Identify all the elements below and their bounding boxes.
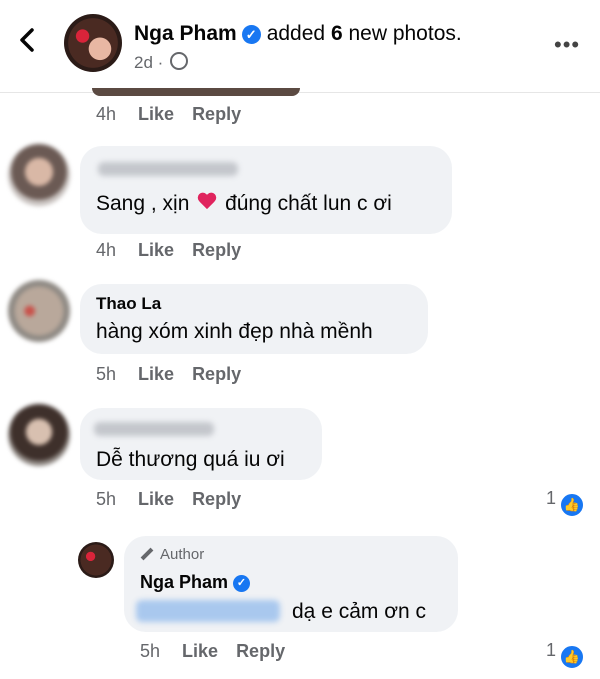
reply-link[interactable]: Reply (236, 641, 285, 661)
reply-author-avatar[interactable] (78, 542, 114, 578)
mentioned-user-blurred[interactable] (136, 600, 280, 622)
like-link[interactable]: Like (138, 364, 174, 384)
like-reaction-icon: 👍 (559, 492, 586, 518)
like-link[interactable]: Like (138, 240, 174, 260)
reply-time: 5h (140, 641, 161, 661)
globe-icon (170, 52, 189, 70)
comment-meta: 4h Like Reply (96, 104, 259, 125)
reply-link[interactable]: Reply (192, 240, 241, 260)
comment-time: 4h (96, 240, 117, 260)
commenter-avatar[interactable] (8, 280, 70, 342)
reply-link[interactable]: Reply (192, 364, 241, 384)
reaction-count[interactable]: 1 👍 (546, 640, 586, 670)
comment-text: Sang , xịn đúng chất lun c ơi (96, 192, 392, 215)
comment-photo-edge (92, 88, 300, 96)
comment-meta: 4h Like Reply (96, 240, 259, 261)
commenter-name[interactable]: Thao La (96, 294, 161, 314)
commenter-avatar[interactable] (8, 404, 70, 466)
post-header: Nga Pham ✓ added 6 new photos. 2d · ••• (0, 0, 600, 93)
commenter-avatar[interactable] (8, 144, 70, 206)
verified-badge-icon: ✓ (241, 24, 261, 44)
verified-badge-icon: ✓ (233, 574, 251, 592)
like-link[interactable]: Like (138, 489, 174, 509)
comment-meta: 5h Like Reply (96, 489, 259, 510)
reply-author-name[interactable]: Nga Pham ✓ (140, 572, 256, 593)
pen-icon (140, 547, 154, 561)
reply-meta: 5h Like Reply (140, 641, 303, 662)
comment-bubble: Sang , xịn đúng chất lun c ơi (80, 146, 452, 234)
comment-time: 4h (96, 104, 117, 124)
like-link[interactable]: Like (138, 104, 174, 124)
back-arrow-icon[interactable] (14, 26, 42, 54)
reaction-count[interactable]: 1 👍 (546, 488, 586, 518)
commenter-name-blurred[interactable] (94, 422, 214, 436)
heart-emoji-icon (197, 193, 217, 211)
author-avatar[interactable] (64, 14, 122, 72)
reply-text: dạ e cảm ơn c (292, 600, 426, 623)
reply-bubble: Author Nga Pham ✓ dạ e cảm ơn c (124, 536, 458, 632)
comment-meta: 5h Like Reply (96, 364, 259, 385)
comment-text: Dễ thương quá iu ơi (96, 448, 285, 471)
comment-bubble: Dễ thương quá iu ơi (80, 408, 322, 480)
comment-bubble: Thao La hàng xóm xinh đẹp nhà mềnh (80, 284, 428, 354)
more-options-icon[interactable]: ••• (554, 32, 580, 58)
comment-time: 5h (96, 489, 117, 509)
post-timestamp[interactable]: 2d · (134, 52, 189, 73)
header-title: Nga Pham ✓ added 6 new photos. (134, 22, 462, 46)
comment-text: hàng xóm xinh đẹp nhà mềnh (96, 320, 373, 343)
like-reaction-icon: 👍 (559, 644, 586, 670)
commenter-name-blurred[interactable] (98, 162, 238, 176)
post-action: added 6 new photos. (266, 22, 462, 45)
reply-link[interactable]: Reply (192, 104, 241, 124)
author-name[interactable]: Nga Pham (134, 22, 237, 45)
like-link[interactable]: Like (182, 641, 218, 661)
author-badge: Author (140, 546, 204, 563)
reply-link[interactable]: Reply (192, 489, 241, 509)
comment-time: 5h (96, 364, 117, 384)
